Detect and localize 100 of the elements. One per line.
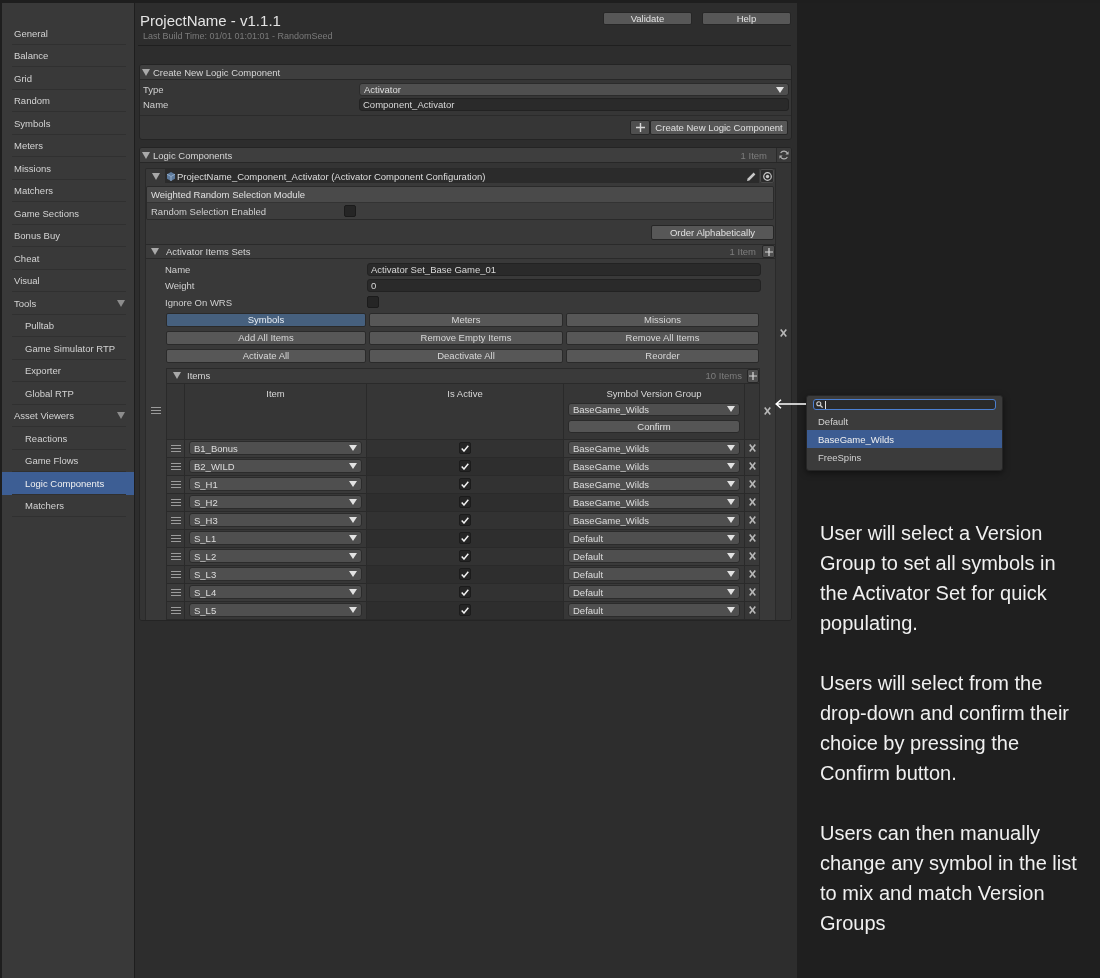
checkbox[interactable] xyxy=(459,478,471,490)
drag-handle-icon[interactable] xyxy=(170,516,181,524)
menu-item[interactable]: Default xyxy=(807,412,1002,430)
close-icon[interactable] xyxy=(763,406,771,415)
checkbox[interactable] xyxy=(459,442,471,454)
sidebar-item[interactable]: Tools xyxy=(2,292,134,315)
add-button[interactable] xyxy=(747,368,759,383)
drag-handle-icon[interactable] xyxy=(170,462,181,470)
drag-handle-icon[interactable] xyxy=(170,588,181,596)
pencil-icon[interactable] xyxy=(747,171,756,181)
drag-handle-icon[interactable] xyxy=(151,407,161,414)
caret-down-icon[interactable] xyxy=(173,372,181,379)
drag-handle-icon[interactable] xyxy=(170,606,181,614)
sidebar-item[interactable]: Missions xyxy=(2,157,134,180)
sidebar-item[interactable]: Meters xyxy=(2,134,134,157)
add-button[interactable] xyxy=(630,120,650,135)
close-icon[interactable] xyxy=(748,552,756,560)
sidebar-item[interactable]: Global RTP xyxy=(2,382,134,405)
caret-down-icon[interactable] xyxy=(142,68,150,76)
action-button[interactable]: Deactivate All xyxy=(369,348,563,363)
dropdown[interactable]: S_L3 xyxy=(189,567,362,581)
close-icon[interactable] xyxy=(748,480,756,488)
checkbox[interactable] xyxy=(459,550,471,562)
dropdown[interactable]: S_H2 xyxy=(189,495,362,509)
sidebar-item[interactable]: Visual xyxy=(2,269,134,292)
close-icon[interactable] xyxy=(748,606,756,614)
dropdown[interactable]: Default xyxy=(568,549,740,563)
search-field[interactable] xyxy=(813,399,996,410)
sidebar-item[interactable]: Logic Components xyxy=(2,472,134,495)
dropdown[interactable]: Default xyxy=(568,603,740,617)
dropdown[interactable]: BaseGame_Wilds xyxy=(568,513,740,527)
close-icon[interactable] xyxy=(748,534,756,542)
dropdown[interactable]: Activator xyxy=(359,83,789,96)
action-button[interactable]: Remove All Items xyxy=(566,330,759,345)
drag-handle-icon[interactable] xyxy=(170,480,181,488)
sidebar-item[interactable]: Game Simulator RTP xyxy=(2,337,134,360)
order-button[interactable]: Order Alphabetically xyxy=(651,225,774,240)
confirm-button[interactable]: Confirm xyxy=(568,419,740,433)
drag-handle-icon[interactable] xyxy=(170,534,181,542)
dropdown[interactable]: S_H1 xyxy=(189,477,362,491)
drag-handle-icon[interactable] xyxy=(170,444,181,452)
checkbox[interactable] xyxy=(459,460,471,472)
close-icon[interactable] xyxy=(748,498,756,506)
sidebar-item[interactable]: Grid xyxy=(2,67,134,90)
text-field[interactable]: Component_Activator xyxy=(359,98,789,111)
header-button[interactable]: Validate xyxy=(603,12,692,25)
dropdown[interactable]: S_L2 xyxy=(189,549,362,563)
caret-down-icon[interactable] xyxy=(117,299,125,307)
sidebar-item[interactable]: Asset Viewers xyxy=(2,404,134,427)
action-button[interactable]: Remove Empty Items xyxy=(369,330,563,345)
checkbox[interactable] xyxy=(459,514,471,526)
tab[interactable]: Symbols xyxy=(166,312,366,327)
caret-down-icon[interactable] xyxy=(117,412,125,420)
sidebar-item[interactable]: Exporter xyxy=(2,359,134,382)
drag-handle-icon[interactable] xyxy=(170,552,181,560)
dropdown[interactable]: S_L4 xyxy=(189,585,362,599)
dropdown[interactable]: S_H3 xyxy=(189,513,362,527)
sidebar-item[interactable]: Matchers xyxy=(2,179,134,202)
drag-handle-icon[interactable] xyxy=(170,570,181,578)
dropdown[interactable]: Default xyxy=(568,585,740,599)
dropdown[interactable]: BaseGame_Wilds xyxy=(568,441,740,455)
checkbox[interactable] xyxy=(459,586,471,598)
dropdown[interactable]: BaseGame_Wilds xyxy=(568,402,740,416)
add-button[interactable] xyxy=(762,245,775,258)
menu-item[interactable]: FreeSpins xyxy=(807,448,1002,466)
dropdown[interactable]: BaseGame_Wilds xyxy=(568,495,740,509)
dropdown[interactable]: Default xyxy=(568,567,740,581)
sidebar-item[interactable]: Cheat xyxy=(2,247,134,270)
refresh-button[interactable] xyxy=(776,148,791,162)
sidebar-item[interactable]: Pulltab xyxy=(2,314,134,337)
close-icon[interactable] xyxy=(748,444,756,452)
sidebar-item[interactable]: Reactions xyxy=(2,427,134,450)
sidebar-item[interactable]: General xyxy=(2,22,134,45)
dropdown[interactable]: BaseGame_Wilds xyxy=(568,477,740,491)
dropdown[interactable]: S_L5 xyxy=(189,603,362,617)
drag-handle-icon[interactable] xyxy=(170,498,181,506)
caret-down-icon[interactable] xyxy=(151,248,159,255)
sidebar-item[interactable]: Game Sections xyxy=(2,202,134,225)
sidebar-item[interactable]: Random xyxy=(2,89,134,112)
dropdown[interactable]: S_L1 xyxy=(189,531,362,545)
sidebar-item[interactable]: Matchers xyxy=(2,494,134,517)
checkbox[interactable] xyxy=(459,532,471,544)
checkbox[interactable] xyxy=(459,568,471,580)
checkbox[interactable] xyxy=(344,205,356,217)
text-field[interactable]: 0 xyxy=(367,279,761,293)
sidebar-item[interactable]: Game Flows xyxy=(2,449,134,472)
checkbox[interactable] xyxy=(367,296,379,309)
dropdown[interactable]: BaseGame_Wilds xyxy=(568,459,740,473)
caret-down-icon[interactable] xyxy=(151,172,160,180)
close-icon[interactable] xyxy=(748,588,756,596)
caret-down-icon[interactable] xyxy=(142,151,150,159)
target-button[interactable] xyxy=(760,169,774,183)
dropdown[interactable]: B2_WILD xyxy=(189,459,362,473)
dropdown[interactable]: B1_Bonus xyxy=(189,441,362,455)
checkbox[interactable] xyxy=(459,604,471,616)
close-icon[interactable] xyxy=(748,516,756,524)
menu-item[interactable]: BaseGame_Wilds xyxy=(807,430,1002,448)
header-button[interactable]: Help xyxy=(702,12,791,25)
tab[interactable]: Missions xyxy=(566,312,759,327)
checkbox[interactable] xyxy=(459,496,471,508)
